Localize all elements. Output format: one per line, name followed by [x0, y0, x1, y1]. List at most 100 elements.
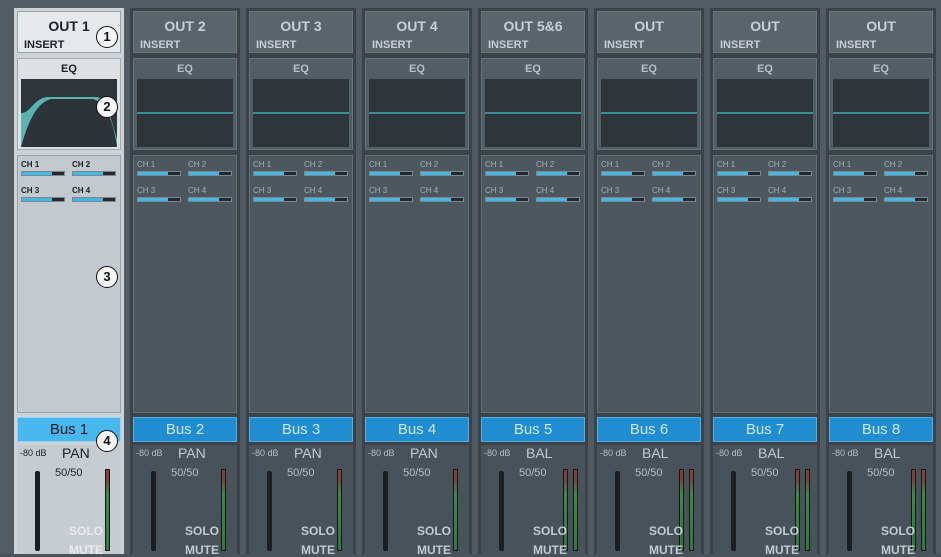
output-strip-5[interactable]: OUT 5&6 INSERT EQ CH 1 CH 2 CH 3 CH 4 Bu…	[478, 8, 588, 557]
send-level-bar[interactable]	[188, 197, 232, 202]
send-ch3[interactable]: CH 3	[833, 186, 877, 202]
send-ch1[interactable]: CH 1	[253, 160, 297, 176]
bus-button[interactable]: Bus 5	[481, 417, 585, 442]
pan-mode-label[interactable]: PAN	[410, 445, 438, 461]
pan-value[interactable]: 50/50	[867, 467, 895, 479]
send-ch3[interactable]: CH 3	[21, 186, 65, 202]
bus-button[interactable]: Bus 4	[365, 417, 469, 442]
send-level-bar[interactable]	[369, 171, 413, 176]
solo-button[interactable]: SOLO	[177, 524, 227, 538]
send-level-bar[interactable]	[536, 197, 580, 202]
output-strip-2[interactable]: OUT 2 INSERT EQ CH 1 CH 2 CH 3 CH 4 Bus …	[130, 8, 240, 557]
send-level-bar[interactable]	[420, 171, 464, 176]
send-level-bar[interactable]	[833, 171, 877, 176]
eq-curve[interactable]	[833, 79, 929, 147]
send-level-bar[interactable]	[369, 197, 413, 202]
volume-fader[interactable]	[267, 471, 272, 551]
mute-button[interactable]: MUTE	[293, 543, 343, 557]
pan-mode-label[interactable]: PAN	[62, 445, 90, 461]
send-ch2[interactable]: CH 2	[420, 160, 464, 176]
eq-panel[interactable]: EQ	[713, 58, 817, 150]
insert-button[interactable]: OUT 2 INSERT	[133, 11, 237, 53]
send-level-bar[interactable]	[253, 197, 297, 202]
send-ch2[interactable]: CH 2	[188, 160, 232, 176]
send-level-bar[interactable]	[536, 171, 580, 176]
pan-mode-label[interactable]: BAL	[758, 445, 784, 461]
volume-fader[interactable]	[731, 471, 736, 551]
pan-value[interactable]: 50/50	[403, 467, 431, 479]
pan-value[interactable]: 50/50	[171, 467, 199, 479]
send-level-bar[interactable]	[485, 197, 529, 202]
send-level-bar[interactable]	[717, 171, 761, 176]
pan-value[interactable]: 50/50	[519, 467, 547, 479]
mute-button[interactable]: MUTE	[61, 543, 111, 557]
mute-button[interactable]: MUTE	[525, 543, 575, 557]
send-ch1[interactable]: CH 1	[601, 160, 645, 176]
eq-curve[interactable]	[601, 79, 697, 147]
pan-mode-label[interactable]: PAN	[178, 445, 206, 461]
send-level-bar[interactable]	[768, 197, 812, 202]
eq-panel[interactable]: EQ	[597, 58, 701, 150]
mute-button[interactable]: MUTE	[641, 543, 691, 557]
eq-panel[interactable]: EQ	[249, 58, 353, 150]
send-level-bar[interactable]	[253, 171, 297, 176]
send-ch4[interactable]: CH 4	[768, 186, 812, 202]
pan-value[interactable]: 50/50	[635, 467, 663, 479]
send-ch3[interactable]: CH 3	[485, 186, 529, 202]
send-ch2[interactable]: CH 2	[72, 160, 116, 176]
solo-button[interactable]: SOLO	[61, 524, 111, 538]
send-ch3[interactable]: CH 3	[369, 186, 413, 202]
mute-button[interactable]: MUTE	[873, 543, 923, 557]
send-ch1[interactable]: CH 1	[369, 160, 413, 176]
send-ch4[interactable]: CH 4	[420, 186, 464, 202]
insert-button[interactable]: OUT INSERT	[829, 11, 933, 53]
send-level-bar[interactable]	[72, 197, 116, 202]
send-level-bar[interactable]	[304, 197, 348, 202]
pan-mode-label[interactable]: PAN	[294, 445, 322, 461]
send-level-bar[interactable]	[420, 197, 464, 202]
eq-curve[interactable]	[717, 79, 813, 147]
eq-curve[interactable]	[253, 79, 349, 147]
insert-button[interactable]: OUT 4 INSERT	[365, 11, 469, 53]
mute-button[interactable]: MUTE	[177, 543, 227, 557]
pan-mode-label[interactable]: BAL	[526, 445, 552, 461]
eq-panel[interactable]: EQ	[365, 58, 469, 150]
volume-fader[interactable]	[151, 471, 156, 551]
output-strip-8[interactable]: OUT INSERT EQ CH 1 CH 2 CH 3 CH 4 Bus 8 …	[826, 8, 936, 557]
eq-curve[interactable]	[137, 79, 233, 147]
volume-fader[interactable]	[847, 471, 852, 551]
pan-value[interactable]: 50/50	[751, 467, 779, 479]
solo-button[interactable]: SOLO	[525, 524, 575, 538]
send-ch4[interactable]: CH 4	[884, 186, 928, 202]
send-level-bar[interactable]	[652, 171, 696, 176]
send-ch1[interactable]: CH 1	[833, 160, 877, 176]
eq-panel[interactable]: EQ	[829, 58, 933, 150]
solo-button[interactable]: SOLO	[293, 524, 343, 538]
send-ch3[interactable]: CH 3	[253, 186, 297, 202]
volume-fader[interactable]	[499, 471, 504, 551]
send-ch2[interactable]: CH 2	[652, 160, 696, 176]
insert-button[interactable]: OUT 5&6 INSERT	[481, 11, 585, 53]
send-level-bar[interactable]	[72, 171, 116, 176]
send-level-bar[interactable]	[137, 171, 181, 176]
eq-curve[interactable]	[369, 79, 465, 147]
send-ch3[interactable]: CH 3	[601, 186, 645, 202]
send-ch1[interactable]: CH 1	[485, 160, 529, 176]
send-level-bar[interactable]	[601, 171, 645, 176]
send-level-bar[interactable]	[884, 197, 928, 202]
bus-button[interactable]: Bus 8	[829, 417, 933, 442]
output-strip-3[interactable]: OUT 3 INSERT EQ CH 1 CH 2 CH 3 CH 4 Bus …	[246, 8, 356, 557]
send-ch2[interactable]: CH 2	[304, 160, 348, 176]
send-ch4[interactable]: CH 4	[652, 186, 696, 202]
send-level-bar[interactable]	[833, 197, 877, 202]
send-level-bar[interactable]	[601, 197, 645, 202]
bus-button[interactable]: Bus 6	[597, 417, 701, 442]
insert-button[interactable]: OUT INSERT	[597, 11, 701, 53]
pan-value[interactable]: 50/50	[287, 467, 315, 479]
volume-fader[interactable]	[35, 471, 40, 551]
send-level-bar[interactable]	[304, 171, 348, 176]
insert-button[interactable]: OUT INSERT	[713, 11, 817, 53]
send-ch4[interactable]: CH 4	[304, 186, 348, 202]
mute-button[interactable]: MUTE	[757, 543, 807, 557]
send-ch4[interactable]: CH 4	[72, 186, 116, 202]
